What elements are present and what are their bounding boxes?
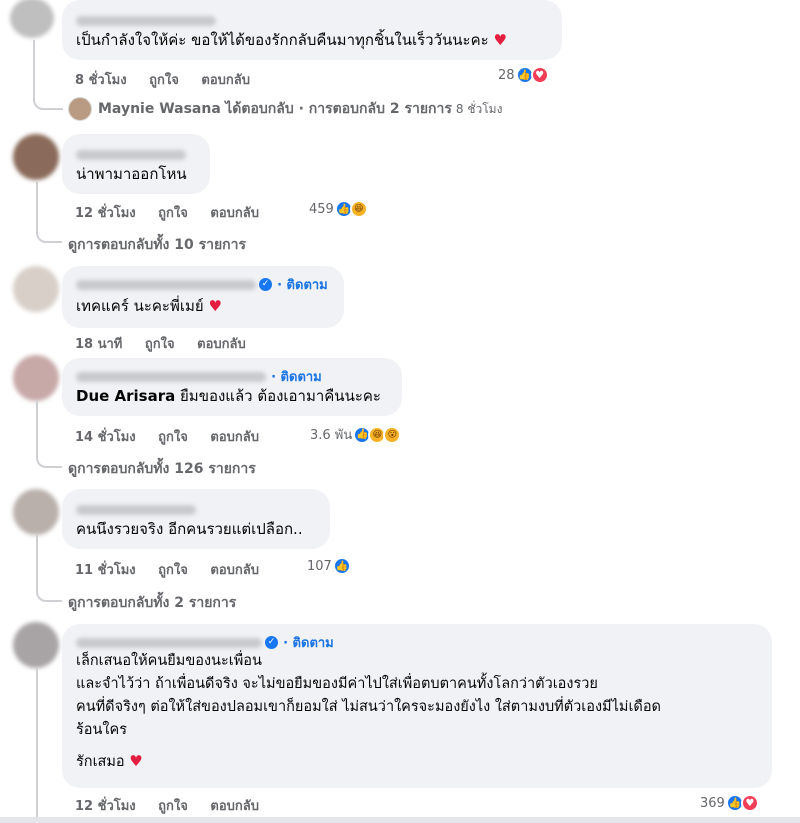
comment-time[interactable]: 14 ชั่วโมง — [75, 430, 136, 445]
thread-line — [36, 180, 62, 243]
reply-label: ได้ตอบกลับ · การตอบกลับ 2 รายการ — [225, 101, 452, 117]
follow-link[interactable]: · ติดตาม — [277, 278, 328, 293]
comment-actions: 18 นาที ถูกใจ ตอบกลับ — [75, 333, 264, 354]
like-button[interactable]: ถูกใจ — [158, 206, 188, 221]
reaction-summary[interactable]: 369 👍 ♥ — [700, 794, 759, 812]
like-button[interactable]: ถูกใจ — [149, 73, 179, 88]
love-reaction-icon: ♥ — [530, 66, 549, 84]
commenter-name[interactable] — [76, 15, 216, 26]
comment-text: เทคแคร์ นะคะพี่เมย์ ♥ — [76, 297, 222, 315]
comment-bubble: · ติดตาม Due Arisara ยืมของแล้ว ต้องเอาม… — [62, 358, 402, 416]
reply-button[interactable]: ตอบกลับ — [201, 73, 250, 88]
comment-bubble: เป็นกำลังใจให้ค่ะ ขอให้ได้ของรักกลับคืนม… — [62, 0, 562, 60]
comment-text: น่าพามาออกโหน — [76, 165, 187, 183]
reply-button[interactable]: ตอบกลับ — [210, 430, 259, 445]
follow-link[interactable]: · ติดตาม — [271, 370, 322, 385]
comment-bubble: คนนึงรวยจริง อีกคนรวยแต่เปลือก.. — [62, 489, 330, 549]
comment-time[interactable]: 11 ชั่วโมง — [75, 563, 136, 578]
like-button[interactable]: ถูกใจ — [158, 563, 188, 578]
avatar[interactable] — [13, 355, 59, 401]
comment-text: เล็กเสนอให้คนยืมของนะเพื่อน และจำไว้ว่า … — [76, 653, 661, 770]
love-reaction-icon: ♥ — [740, 794, 759, 812]
view-more-replies[interactable]: ดูการตอบกลับทั้ง 2 รายการ — [68, 592, 236, 614]
reply-button[interactable]: ตอบกลับ — [210, 206, 259, 221]
comment-time[interactable]: 12 ชั่วโมง — [75, 206, 136, 221]
like-reaction-icon: 👍 — [332, 557, 351, 575]
reaction-summary[interactable]: 28 👍 ♥ — [498, 66, 549, 84]
commenter-name[interactable] — [76, 149, 186, 160]
reply-preview[interactable]: Maynie Wasana ได้ตอบกลับ · การตอบกลับ 2 … — [68, 97, 502, 121]
thread-line — [36, 535, 62, 602]
wow-reaction-icon: 😮 — [383, 425, 402, 444]
comment-time[interactable]: 8 ชั่วโมง — [75, 73, 127, 88]
reaction-summary[interactable]: 459 👍 😆 — [309, 200, 368, 218]
comment-text: Due Arisara ยืมของแล้ว ต้องเอามาคืนนะคะ — [76, 387, 381, 405]
reply-button[interactable]: ตอบกลับ — [210, 799, 259, 814]
avatar[interactable] — [10, 0, 54, 38]
comment-text: คนนึงรวยจริง อีกคนรวยแต่เปลือก.. — [76, 520, 303, 538]
haha-reaction-icon: 😆 — [349, 200, 368, 218]
avatar[interactable] — [13, 622, 59, 668]
comment-bubble: ✓ · ติดตาม เล็กเสนอให้คนยืมของนะเพื่อน แ… — [62, 624, 772, 788]
commenter-name[interactable] — [76, 504, 196, 515]
comment-bubble: น่าพามาออกโหน — [62, 134, 210, 194]
reaction-count: 369 — [700, 795, 725, 811]
heart-icon: ♥ — [493, 31, 507, 49]
like-button[interactable]: ถูกใจ — [158, 799, 188, 814]
reaction-count: 107 — [307, 558, 332, 574]
like-button[interactable]: ถูกใจ — [145, 337, 175, 352]
reply-button[interactable]: ตอบกลับ — [210, 563, 259, 578]
reaction-summary[interactable]: 107 👍 — [307, 557, 351, 575]
view-more-replies[interactable]: ดูการตอบกลับทั้ง 10 รายการ — [68, 234, 246, 256]
comment-time[interactable]: 18 นาที — [75, 337, 122, 352]
comment-actions: 12 ชั่วโมง ถูกใจ ตอบกลับ — [75, 795, 277, 816]
commenter-name[interactable] — [76, 371, 266, 382]
avatar[interactable] — [13, 134, 59, 180]
heart-icon: ♥ — [208, 297, 222, 315]
reaction-summary[interactable]: 3.6 พัน 👍 😆 😮 — [310, 424, 402, 445]
avatar[interactable] — [13, 266, 59, 312]
mentioned-name[interactable]: Due Arisara — [76, 387, 175, 405]
comment-actions: 12 ชั่วโมง ถูกใจ ตอบกลับ — [75, 202, 277, 223]
comment-time[interactable]: 12 ชั่วโมง — [75, 799, 136, 814]
like-button[interactable]: ถูกใจ — [158, 430, 188, 445]
thread-line — [33, 40, 63, 110]
avatar[interactable] — [13, 489, 59, 535]
reply-time: 8 ชั่วโมง — [455, 101, 503, 116]
reaction-count: 3.6 พัน — [310, 428, 353, 443]
horizontal-scrollbar[interactable] — [0, 817, 800, 823]
reaction-count: 28 — [498, 67, 515, 83]
comment-actions: 14 ชั่วโมง ถูกใจ ตอบกลับ — [75, 426, 277, 447]
reply-button[interactable]: ตอบกลับ — [197, 337, 246, 352]
reaction-count: 459 — [309, 201, 334, 217]
comment-text: เป็นกำลังใจให้ค่ะ ขอให้ได้ของรักกลับคืนม… — [76, 31, 507, 49]
thread-line — [36, 668, 38, 823]
view-more-replies[interactable]: ดูการตอบกลับทั้ง 126 รายการ — [68, 458, 256, 480]
commenter-name[interactable] — [76, 279, 256, 290]
verified-badge-icon: ✓ — [265, 636, 278, 649]
heart-icon: ♥ — [129, 752, 143, 770]
comment-actions: 8 ชั่วโมง ถูกใจ ตอบกลับ — [75, 69, 268, 90]
comment-bubble: ✓ · ติดตาม เทคแคร์ นะคะพี่เมย์ ♥ — [62, 266, 344, 328]
comment-actions: 11 ชั่วโมง ถูกใจ ตอบกลับ — [75, 559, 277, 580]
thread-line — [36, 400, 62, 468]
avatar — [68, 97, 92, 121]
commenter-name[interactable] — [76, 637, 262, 648]
verified-badge-icon: ✓ — [259, 278, 272, 291]
follow-link[interactable]: · ติดตาม — [283, 636, 334, 651]
reply-author-name[interactable]: Maynie Wasana — [98, 101, 221, 117]
